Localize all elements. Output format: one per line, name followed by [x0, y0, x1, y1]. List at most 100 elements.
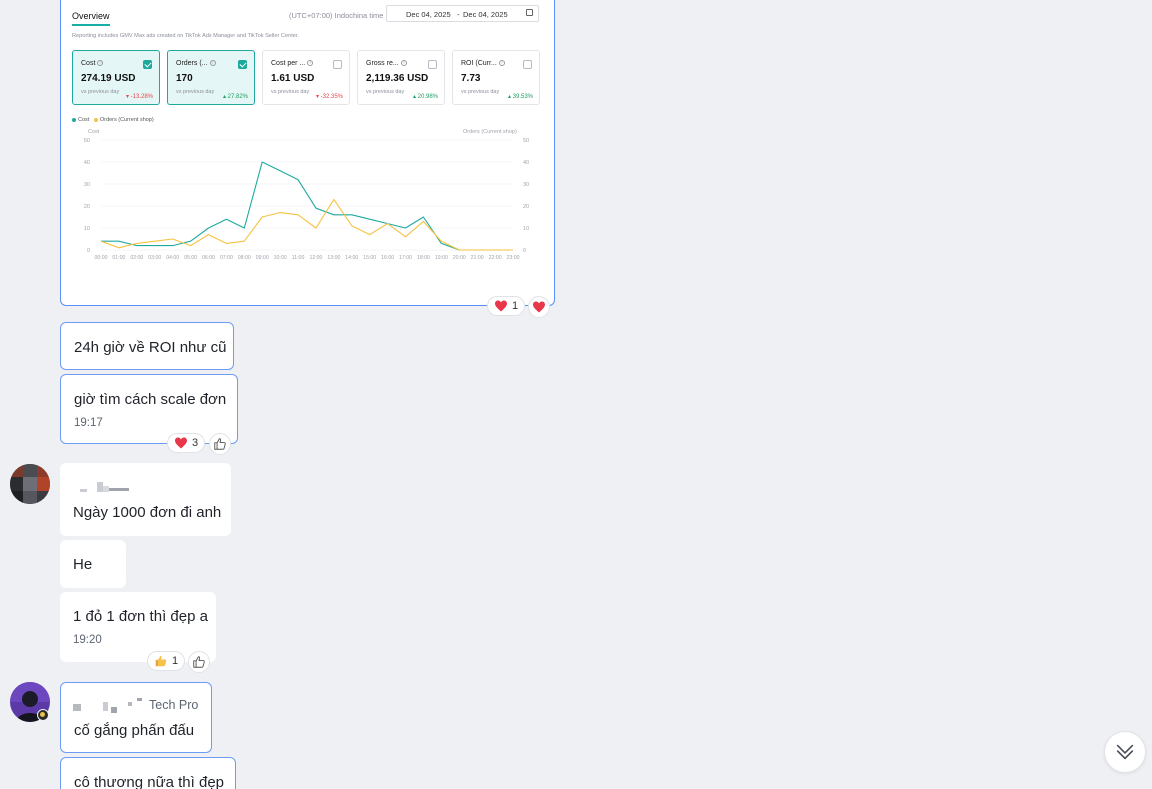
y2-tick-label: 0: [523, 248, 526, 254]
message-bubble[interactable]: He: [60, 540, 126, 588]
thumbs-up-outline-icon: [193, 656, 205, 668]
y2-tick-label: 50: [523, 138, 529, 144]
legend-cost: Cost: [78, 117, 90, 123]
help-icon: ?: [498, 60, 505, 67]
message-bubble[interactable]: Tech Pro cố gắng phấn đấu: [60, 682, 212, 753]
metric-card: Cost? 274.19 USD vs previous day ▾ -13.28%: [72, 50, 160, 105]
x-tick-label: 21:00: [471, 255, 484, 261]
message-bubble[interactable]: 24h giờ về ROI như cũ: [60, 322, 234, 370]
x-tick-label: 08:00: [238, 255, 251, 261]
message-bubble[interactable]: cô thương nữa thì đẹp: [60, 757, 236, 789]
metric-checkbox: [523, 60, 532, 69]
metric-name: Cost?: [81, 60, 104, 67]
message-bubble[interactable]: Ngày 1000 đơn đi anh: [60, 463, 231, 536]
legend-orders-dot: [93, 117, 98, 122]
x-tick-label: 04:00: [166, 255, 179, 261]
heart-reaction-count: 3: [192, 437, 199, 449]
add-reaction-button[interactable]: [209, 433, 231, 455]
add-heart-reaction-button[interactable]: [528, 296, 550, 318]
metric-value: 7.73: [461, 73, 481, 84]
chart-legend: Cost Orders (Current shop): [72, 117, 154, 123]
metric-change: ▾ -13.28%: [125, 94, 153, 100]
x-tick-label: 02:00: [130, 255, 143, 261]
sender-avatar[interactable]: [10, 464, 50, 504]
x-tick-label: 19:00: [435, 255, 448, 261]
redacted-sender-name: [73, 698, 142, 713]
thumbs-up-outline-icon: [214, 438, 226, 450]
heart-icon: [533, 301, 545, 313]
heart-reaction-chip[interactable]: 3: [167, 433, 206, 453]
calendar-icon: [526, 9, 533, 16]
y2-tick-label: 10: [523, 226, 529, 232]
x-tick-label: 11:00: [292, 255, 305, 261]
x-tick-label: 12:00: [309, 255, 322, 261]
timezone-label: (UTC+07:00) Indochina time: [289, 11, 384, 20]
metric-name: Gross re...?: [366, 60, 407, 67]
legend-orders: Orders (Current shop): [99, 117, 154, 123]
y2-tick-label: 40: [523, 160, 529, 166]
metric-value: 274.19 USD: [81, 73, 136, 84]
sender-name-suffix: Tech Pro: [149, 698, 199, 712]
message-time: 19:20: [73, 634, 102, 646]
message-time: 19:17: [74, 417, 103, 429]
metric-name: Orders (...?: [176, 60, 216, 67]
metric-compare-label: vs previous day: [366, 89, 405, 95]
metric-checkbox: [143, 60, 152, 69]
help-icon: ?: [209, 60, 216, 67]
shared-screenshot-message[interactable]: Overview (UTC+07:00) Indochina time Dec …: [60, 0, 555, 306]
message-text: giờ tìm cách scale đơn: [74, 391, 227, 408]
y-tick-label: 0: [87, 248, 90, 254]
x-tick-label: 03:00: [148, 255, 161, 261]
y-tick-label: 40: [84, 160, 90, 166]
thumbs-up-reaction-chip[interactable]: 1: [147, 651, 186, 671]
date-separator: -: [457, 10, 460, 19]
scroll-to-bottom-button[interactable]: [1104, 731, 1146, 773]
date-start: Dec 04, 2025: [406, 10, 451, 19]
metric-compare-label: vs previous day: [271, 89, 310, 95]
message-text: cố gắng phấn đấu: [74, 722, 195, 739]
metric-checkbox: [333, 60, 342, 69]
sender-avatar[interactable]: [10, 682, 50, 722]
y2-tick-label: 20: [523, 204, 529, 210]
metric-name: Cost per ...?: [271, 60, 314, 67]
help-icon: ?: [400, 60, 407, 67]
heart-icon: [175, 437, 187, 449]
add-reaction-button[interactable]: [188, 651, 210, 673]
metric-value: 2,119.36 USD: [366, 73, 429, 84]
message-text: He: [73, 556, 93, 573]
metric-name: ROI (Curr...?: [461, 60, 505, 67]
x-tick-label: 20:00: [453, 255, 466, 261]
metric-change: ▴ 20.98%: [412, 94, 438, 100]
x-tick-label: 10:00: [274, 255, 287, 261]
metric-checkbox: [428, 60, 437, 69]
message-bubble[interactable]: giờ tìm cách scale đơn 19:17: [60, 374, 238, 444]
x-tick-label: 05:00: [184, 255, 197, 261]
x-tick-label: 07:00: [220, 255, 233, 261]
metric-change: ▾ -32.35%: [315, 94, 343, 100]
metric-checkbox: [238, 60, 247, 69]
thumbs-up-icon: [155, 655, 167, 667]
y2-tick-label: 30: [523, 182, 529, 188]
x-tick-label: 15:00: [363, 255, 376, 261]
thumbs-up-reaction-count: 1: [172, 655, 179, 667]
x-tick-label: 00:00: [95, 255, 108, 261]
x-tick-label: 06:00: [202, 255, 215, 261]
metric-value: 170: [176, 73, 193, 84]
metric-card: Orders (...? 170 vs previous day ▴ 27.82%: [167, 50, 255, 105]
series-line: [100, 198, 513, 251]
message-text: 1 đỏ 1 đơn thì đẹp a: [73, 608, 208, 625]
help-icon: ?: [97, 60, 104, 67]
legend-cost-dot: [72, 117, 76, 122]
double-chevron-down-icon: [1116, 744, 1134, 760]
metric-compare-label: vs previous day: [176, 89, 215, 95]
metric-compare-label: vs previous day: [81, 89, 120, 95]
x-tick-label: 17:00: [399, 255, 412, 261]
heart-reaction-chip[interactable]: 1: [487, 296, 526, 316]
y-tick-label: 30: [84, 182, 90, 188]
x-tick-label: 16:00: [381, 255, 394, 261]
heart-reaction-count: 1: [512, 300, 519, 312]
x-tick-label: 13:00: [327, 255, 340, 261]
x-tick-label: 09:00: [256, 255, 269, 261]
y-tick-label: 10: [84, 226, 90, 232]
metric-card: ROI (Curr...? 7.73 vs previous day ▴ 39.53%: [452, 50, 540, 105]
